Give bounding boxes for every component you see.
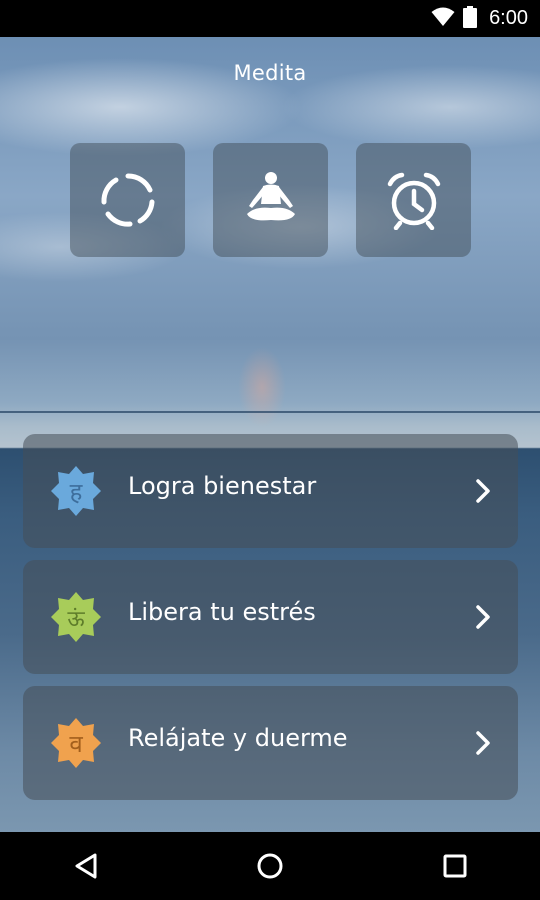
meditate-button[interactable] — [213, 143, 328, 257]
alarm-button[interactable] — [356, 143, 471, 257]
menu-item-logra-bienestar[interactable]: ह Logra bienestar — [23, 434, 518, 548]
status-time: 6:00 — [489, 7, 528, 29]
navigation-bar — [0, 832, 540, 900]
back-button[interactable] — [68, 848, 104, 884]
chevron-right-icon — [476, 731, 490, 755]
status-bar: 6:00 — [0, 0, 540, 37]
horizon-line — [0, 411, 540, 413]
green-chakra-icon: ऊं — [51, 592, 101, 642]
menu-item-relajate-y-duerme[interactable]: व Relájate y duerme — [23, 686, 518, 800]
wifi-icon — [431, 7, 455, 31]
home-button[interactable] — [252, 848, 288, 884]
meditation-person-icon — [246, 172, 295, 221]
menu-item-label: Logra bienestar — [128, 472, 317, 500]
blue-chakra-icon: ह — [51, 466, 101, 516]
back-icon — [75, 853, 97, 879]
svg-text:ऊं: ऊं — [67, 607, 85, 632]
battery-icon — [463, 5, 478, 32]
menu-item-label: Libera tu estrés — [128, 598, 316, 626]
recents-button[interactable] — [437, 848, 473, 884]
alarm-clock-icon — [387, 172, 440, 230]
recents-icon — [443, 854, 467, 878]
svg-text:ह: ह — [70, 478, 84, 506]
chevron-right-icon — [476, 479, 490, 503]
timer-ring-icon — [100, 173, 154, 227]
timer-button[interactable] — [70, 143, 185, 257]
orange-chakra-icon: व — [51, 718, 101, 768]
home-icon — [257, 853, 283, 879]
app-title: Medita — [233, 61, 307, 85]
menu-item-libera-tu-estres[interactable]: ऊं Libera tu estrés — [23, 560, 518, 674]
main-screen: Medita ह Logra bienestar ऊं Libera tu es… — [0, 37, 540, 832]
menu-item-label: Relájate y duerme — [128, 724, 348, 752]
chevron-right-icon — [476, 605, 490, 629]
svg-text:व: व — [69, 730, 83, 758]
